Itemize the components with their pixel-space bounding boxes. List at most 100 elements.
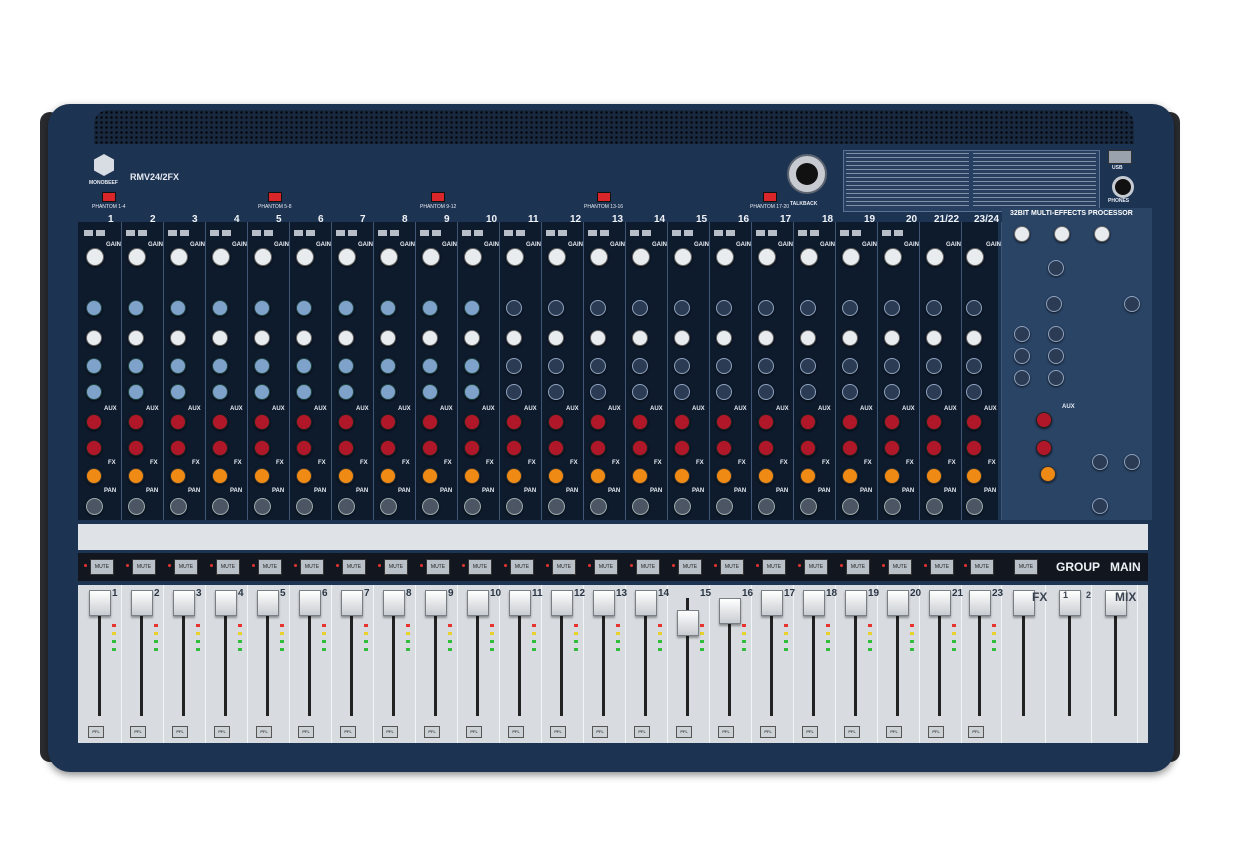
eq-knob[interactable] bbox=[842, 358, 858, 374]
fx-send-knob[interactable] bbox=[338, 468, 354, 484]
fx-send-knob[interactable] bbox=[716, 468, 732, 484]
fx-send-knob[interactable] bbox=[800, 468, 816, 484]
eq-knob[interactable] bbox=[380, 300, 396, 316]
eq-knob[interactable] bbox=[212, 300, 228, 316]
eq-knob[interactable] bbox=[800, 384, 816, 400]
mute-button[interactable]: MUTE bbox=[258, 559, 282, 575]
fx-send-knob[interactable] bbox=[758, 468, 774, 484]
fx-control-knob[interactable] bbox=[1048, 348, 1064, 364]
phantom-switch-13-16[interactable]: PHANTOM 13-16 bbox=[584, 192, 623, 210]
pfl-button[interactable]: PFL bbox=[718, 726, 734, 738]
eq-knob[interactable] bbox=[296, 384, 312, 400]
eq-knob[interactable] bbox=[926, 330, 942, 346]
pan-knob[interactable] bbox=[338, 498, 355, 515]
eq-knob[interactable] bbox=[632, 300, 648, 316]
pad-button[interactable] bbox=[252, 230, 261, 236]
mute-button[interactable]: MUTE bbox=[594, 559, 618, 575]
phase-button[interactable] bbox=[306, 230, 315, 236]
eq-knob[interactable] bbox=[128, 384, 144, 400]
pad-button[interactable] bbox=[462, 230, 471, 236]
pfl-button[interactable]: PFL bbox=[172, 726, 188, 738]
eq-knob[interactable] bbox=[758, 384, 774, 400]
usb-port[interactable] bbox=[1108, 150, 1132, 164]
pfl-button[interactable]: PFL bbox=[88, 726, 104, 738]
eq-knob[interactable] bbox=[86, 330, 102, 346]
pfl-button[interactable]: PFL bbox=[802, 726, 818, 738]
eq-knob[interactable] bbox=[422, 330, 438, 346]
eq-knob[interactable] bbox=[296, 330, 312, 346]
fader-cap[interactable] bbox=[969, 590, 991, 616]
phase-button[interactable] bbox=[726, 230, 735, 236]
pan-knob[interactable] bbox=[632, 498, 649, 515]
mute-button[interactable]: MUTE bbox=[678, 559, 702, 575]
eq-knob[interactable] bbox=[506, 384, 522, 400]
pfl-button[interactable]: PFL bbox=[760, 726, 776, 738]
eq-knob[interactable] bbox=[422, 300, 438, 316]
pfl-button[interactable]: PFL bbox=[424, 726, 440, 738]
mute-button[interactable]: MUTE bbox=[384, 559, 408, 575]
phase-button[interactable] bbox=[390, 230, 399, 236]
phase-button[interactable] bbox=[222, 230, 231, 236]
pan-knob[interactable] bbox=[86, 498, 103, 515]
aux2-knob[interactable] bbox=[254, 440, 270, 456]
mute-button[interactable]: MUTE bbox=[804, 559, 828, 575]
eq-knob[interactable] bbox=[926, 300, 942, 316]
eq-knob[interactable] bbox=[464, 358, 480, 374]
fader-cap[interactable] bbox=[467, 590, 489, 616]
fader-cap[interactable] bbox=[341, 590, 363, 616]
phase-button[interactable] bbox=[516, 230, 525, 236]
eq-knob[interactable] bbox=[674, 384, 690, 400]
fader-cap[interactable] bbox=[383, 590, 405, 616]
pan-knob[interactable] bbox=[884, 498, 901, 515]
aux1-knob[interactable] bbox=[842, 414, 858, 430]
aux2-knob[interactable] bbox=[716, 440, 732, 456]
gain-knob[interactable] bbox=[338, 248, 356, 266]
pad-button[interactable] bbox=[714, 230, 723, 236]
aux1-knob[interactable] bbox=[674, 414, 690, 430]
phase-button[interactable] bbox=[894, 230, 903, 236]
eq-knob[interactable] bbox=[548, 330, 564, 346]
fader-cap[interactable] bbox=[89, 590, 111, 616]
fx-send-knob[interactable] bbox=[842, 468, 858, 484]
eq-knob[interactable] bbox=[758, 330, 774, 346]
aux1-knob[interactable] bbox=[422, 414, 438, 430]
fx-send-knob[interactable] bbox=[674, 468, 690, 484]
aux2-knob[interactable] bbox=[966, 440, 982, 456]
fx-control-knob[interactable] bbox=[1036, 440, 1052, 456]
fader-cap[interactable] bbox=[299, 590, 321, 616]
eq-knob[interactable] bbox=[170, 384, 186, 400]
fx-send-knob[interactable] bbox=[422, 468, 438, 484]
aux1-knob[interactable] bbox=[338, 414, 354, 430]
pfl-button[interactable]: PFL bbox=[130, 726, 146, 738]
mute-button[interactable]: MUTE bbox=[888, 559, 912, 575]
phase-button[interactable] bbox=[810, 230, 819, 236]
aux1-knob[interactable] bbox=[86, 414, 102, 430]
fx-control-knob[interactable] bbox=[1014, 326, 1030, 342]
fader-cap[interactable] bbox=[761, 590, 783, 616]
eq-knob[interactable] bbox=[296, 358, 312, 374]
fx-control-knob[interactable] bbox=[1094, 226, 1110, 242]
pan-knob[interactable] bbox=[758, 498, 775, 515]
aux2-knob[interactable] bbox=[884, 440, 900, 456]
mute-button[interactable]: MUTE bbox=[468, 559, 492, 575]
eq-knob[interactable] bbox=[548, 358, 564, 374]
fx-send-knob[interactable] bbox=[254, 468, 270, 484]
eq-knob[interactable] bbox=[128, 358, 144, 374]
eq-knob[interactable] bbox=[884, 330, 900, 346]
aux2-knob[interactable] bbox=[464, 440, 480, 456]
pan-knob[interactable] bbox=[128, 498, 145, 515]
eq-knob[interactable] bbox=[590, 330, 606, 346]
aux1-knob[interactable] bbox=[884, 414, 900, 430]
fx-control-knob[interactable] bbox=[1092, 454, 1108, 470]
gain-knob[interactable] bbox=[884, 248, 902, 266]
eq-knob[interactable] bbox=[758, 300, 774, 316]
eq-knob[interactable] bbox=[380, 384, 396, 400]
fader-cap[interactable] bbox=[887, 590, 909, 616]
eq-knob[interactable] bbox=[422, 384, 438, 400]
pad-button[interactable] bbox=[168, 230, 177, 236]
fx-control-knob[interactable] bbox=[1046, 296, 1062, 312]
pan-knob[interactable] bbox=[254, 498, 271, 515]
aux2-knob[interactable] bbox=[86, 440, 102, 456]
gain-knob[interactable] bbox=[422, 248, 440, 266]
eq-knob[interactable] bbox=[884, 300, 900, 316]
